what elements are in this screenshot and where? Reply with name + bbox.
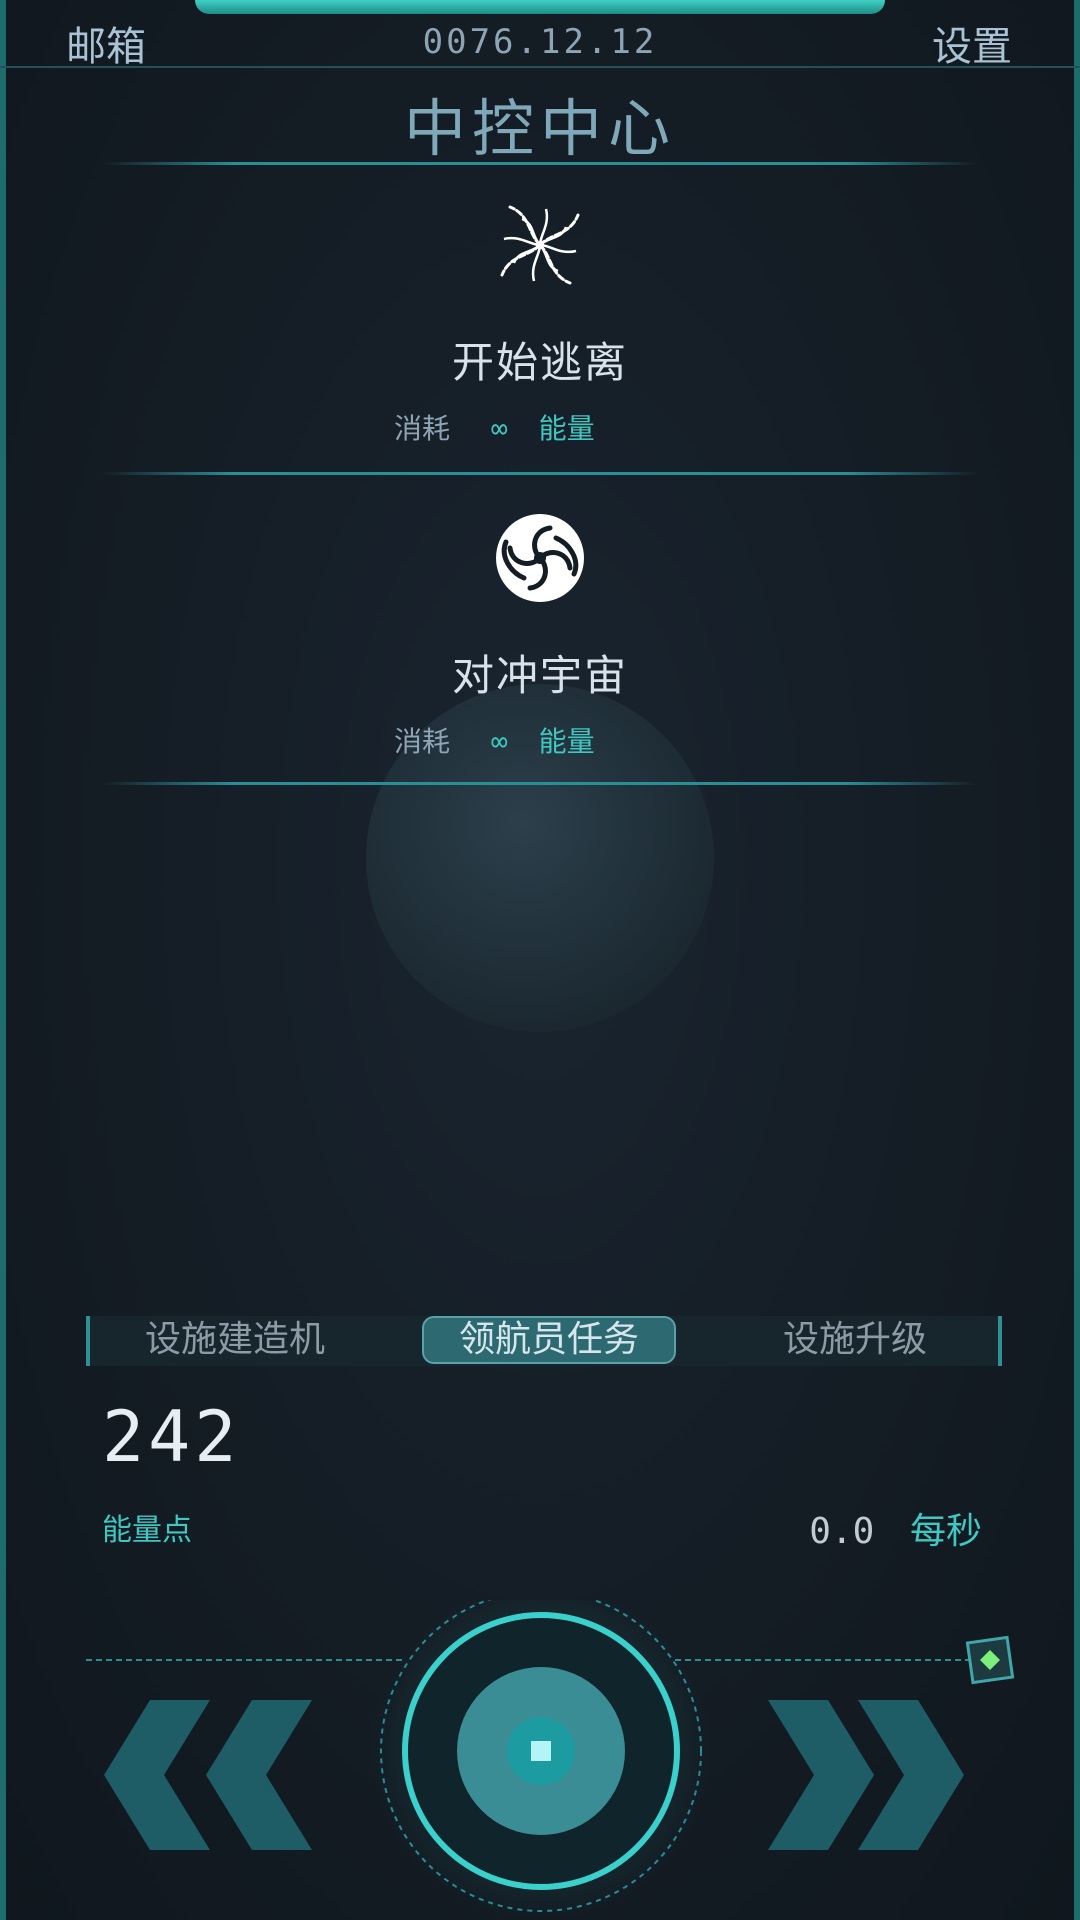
energy-rate-unit: 每秒 <box>909 1511 982 1552</box>
tab-facility-upgrade[interactable]: 设施升级 <box>730 1318 980 1362</box>
cost-unit: 能量 <box>538 725 595 758</box>
cost-unit: 能量 <box>538 412 595 445</box>
divider-bottom <box>102 782 978 785</box>
action-cost: 消耗 ∞ 能量 <box>394 407 595 447</box>
double-chevron-left-icon[interactable] <box>104 1700 312 1850</box>
double-chevron-right-icon[interactable] <box>768 1700 964 1850</box>
energy-rate-value: 0.0 <box>809 1511 875 1552</box>
tab-bar: 设施建造机 领航员任务 设施升级 <box>86 1316 1002 1366</box>
settings-button[interactable]: 设置 <box>932 14 1012 72</box>
stop-button-icon[interactable] <box>402 1612 680 1890</box>
action-hedge-universe[interactable]: 对冲宇宙 消耗 ∞ 能量 <box>0 508 1080 778</box>
action-start-escape[interactable]: 开始逃离 消耗 ∞ 能量 <box>0 195 1080 465</box>
spiral-galaxy-icon <box>500 205 580 285</box>
tab-facility-builder[interactable]: 设施建造机 <box>110 1318 360 1362</box>
cost-label: 消耗 <box>394 725 451 758</box>
cost-label: 消耗 <box>394 412 451 445</box>
diamond-badge-icon[interactable] <box>965 1635 1015 1685</box>
divider-top <box>102 162 978 165</box>
cost-value: ∞ <box>490 412 508 445</box>
energy-rate: 0.0 每秒 <box>809 1502 982 1554</box>
action-title: 对冲宇宙 <box>451 651 628 700</box>
swirl-universe-icon <box>496 514 584 602</box>
energy-points-value: 242 <box>102 1396 241 1478</box>
cost-value: ∞ <box>490 725 508 758</box>
game-date: 0076.12.12 <box>422 22 658 62</box>
tab-navigator-missions[interactable]: 领航员任务 <box>422 1316 676 1364</box>
top-bar: 邮箱 0076.12.12 设置 <box>0 0 1080 70</box>
energy-points-label: 能量点 <box>102 1513 192 1548</box>
action-title: 开始逃离 <box>451 338 628 387</box>
page-title: 中控中心 <box>403 92 676 165</box>
control-panel <box>86 1600 1015 1920</box>
divider-middle <box>102 472 978 475</box>
action-cost: 消耗 ∞ 能量 <box>394 720 595 760</box>
